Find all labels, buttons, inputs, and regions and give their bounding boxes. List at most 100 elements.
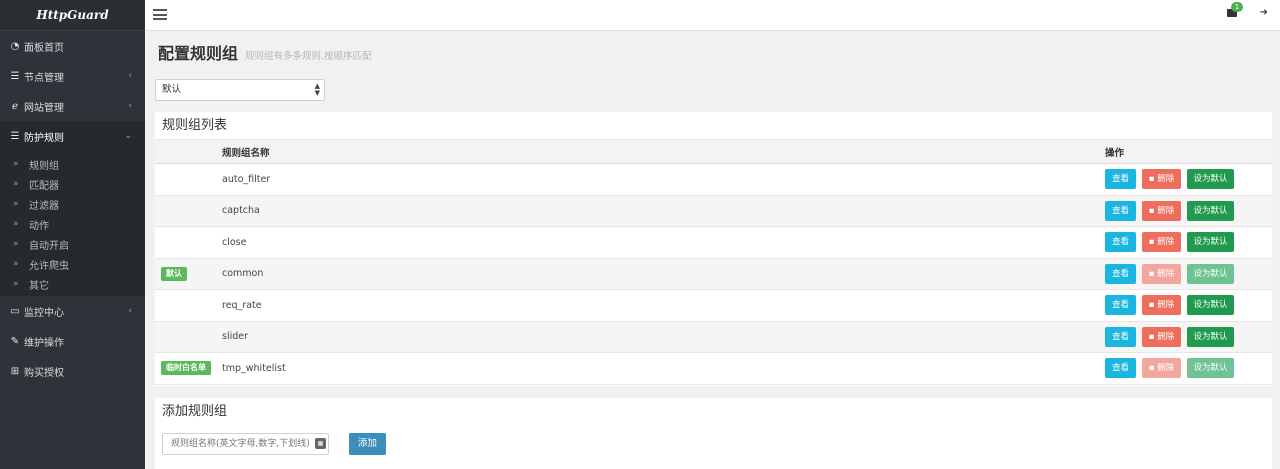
set-default-button: 设为默认 (1187, 358, 1234, 379)
sidebar-item-label: 面板首页 (24, 42, 64, 54)
trash-icon: ▪ (1148, 331, 1155, 342)
row-actions: 查看 ▪ 删除 设为默认 (1105, 326, 1272, 347)
row-tag-cell: 默认 (155, 266, 222, 281)
chevron-left-icon: ‹ (128, 101, 132, 111)
double-right-icon: » (13, 259, 19, 269)
trash-icon: ▪ (1148, 237, 1155, 248)
trash-icon: ▪ (1148, 205, 1155, 216)
set-default-button[interactable]: 设为默认 (1187, 169, 1234, 190)
add-group-panel: 添加规则组 ▦ 添加 (155, 398, 1272, 469)
sidebar-subitem-allow-crawler[interactable]: » 允许爬虫 (0, 254, 145, 274)
rule-group-select[interactable]: 默认 ▲ ▼ (155, 79, 325, 101)
rule-group-panel: 规则组列表 规则组名称 操作 auto_filter 查看 ▪ 删除 设为默认 capt… (155, 112, 1272, 386)
page-title: 配置规则组 (158, 44, 239, 63)
double-right-icon: » (13, 219, 19, 229)
sidebar-item-nodes[interactable]: ☰ 节点管理 ‹ (0, 61, 145, 91)
keyboard-icon: ▦ (315, 438, 326, 449)
delete-label: 删除 (1157, 331, 1175, 342)
view-button[interactable]: 查看 (1105, 326, 1136, 347)
view-button[interactable]: 查看 (1105, 169, 1136, 190)
table-row: req_rate 查看 ▪ 删除 设为默认 (155, 290, 1272, 322)
sidebar-item-license[interactable]: ⊞ 购买授权 (0, 356, 145, 386)
row-actions: 查看 ▪ 删除 设为默认 (1105, 295, 1272, 316)
set-default-button[interactable]: 设为默认 (1187, 326, 1234, 347)
set-default-button[interactable]: 设为默认 (1187, 200, 1234, 221)
group-name-input[interactable] (162, 433, 329, 455)
sidebar-subitem-label: 其它 (29, 280, 49, 292)
sidebar-subitem-auto-enable[interactable]: » 自动开启 (0, 234, 145, 254)
delete-button: ▪ 删除 (1142, 263, 1181, 284)
sidebar-subitem-other[interactable]: » 其它 (0, 274, 145, 294)
row-actions: 查看 ▪ 删除 设为默认 (1105, 358, 1272, 379)
sidebar-item-monitor[interactable]: ▭ 监控中心 ‹ (0, 296, 145, 326)
status-badge: 默认 (161, 266, 187, 281)
list-icon: ☰ (10, 130, 20, 142)
sidebar-subitem-actions[interactable]: » 动作 (0, 214, 145, 234)
view-button[interactable]: 查看 (1105, 358, 1136, 379)
sidebar-item-rules[interactable]: ☰ 防护规则 ⌄ (0, 121, 145, 151)
delete-button[interactable]: ▪ 删除 (1142, 232, 1181, 253)
row-name: close (222, 236, 247, 248)
row-name: common (222, 268, 264, 280)
main-content: 配置规则组 规则组有多条规则,按顺序匹配 默认 ▲ ▼ 规则组列表 规则组名称 操… (145, 31, 1280, 469)
sidebar-subitem-matchers[interactable]: » 匹配器 (0, 174, 145, 194)
delete-button[interactable]: ▪ 删除 (1142, 326, 1181, 347)
sidebar-subitem-label: 过滤器 (29, 200, 59, 212)
sidebar-item-maintenance[interactable]: ✎ 维护操作 (0, 326, 145, 356)
sidebar-subitem-label: 动作 (29, 220, 49, 232)
table-body: auto_filter 查看 ▪ 删除 设为默认 captcha 查看 ▪ 删除 设为默认 cl… (155, 164, 1272, 385)
row-actions: 查看 ▪ 删除 设为默认 (1105, 232, 1272, 253)
set-default-button[interactable]: 设为默认 (1187, 295, 1234, 316)
panel-title: 添加规则组 (162, 404, 228, 419)
table-row: auto_filter 查看 ▪ 删除 设为默认 (155, 164, 1272, 196)
sidebar-item-label: 网站管理 (24, 102, 64, 114)
sidebar-subitem-filters[interactable]: » 过滤器 (0, 194, 145, 214)
table-row: close 查看 ▪ 删除 设为默认 (155, 227, 1272, 259)
delete-button: ▪ 删除 (1142, 358, 1181, 379)
desktop-icon: ▭ (10, 305, 20, 317)
select-arrows-icon: ▲ ▼ (314, 82, 320, 97)
table-row: captcha 查看 ▪ 删除 设为默认 (155, 195, 1272, 227)
view-button[interactable]: 查看 (1105, 263, 1136, 284)
table-header: 规则组名称 操作 (155, 140, 1272, 164)
row-actions: 查看 ▪ 删除 设为默认 (1105, 200, 1272, 221)
chevron-down-icon: ⌄ (124, 131, 132, 141)
delete-button[interactable]: ▪ 删除 (1142, 200, 1181, 221)
sidebar-subitem-label: 规则组 (29, 160, 59, 172)
sidebar-item-label: 节点管理 (24, 72, 64, 84)
sidebar-subitem-rule-groups[interactable]: » 规则组 (0, 154, 145, 174)
delete-label: 删除 (1157, 300, 1175, 311)
row-name: slider (222, 331, 249, 343)
sidebar-subitem-label: 允许爬虫 (29, 260, 69, 272)
table-row: slider 查看 ▪ 删除 设为默认 (155, 321, 1272, 353)
wrench-icon: ✎ (10, 335, 20, 347)
sidebar-item-dashboard[interactable]: ◔ 面板首页 (0, 31, 145, 61)
add-button[interactable]: 添加 (349, 433, 386, 455)
delete-label: 删除 (1157, 237, 1175, 248)
view-button[interactable]: 查看 (1105, 232, 1136, 253)
sign-out-icon[interactable]: ➜ (1260, 7, 1268, 18)
view-button[interactable]: 查看 (1105, 295, 1136, 316)
delete-button[interactable]: ▪ 删除 (1142, 295, 1181, 316)
view-button[interactable]: 查看 (1105, 200, 1136, 221)
status-badge: 临时白名单 (161, 361, 211, 376)
chevron-left-icon: ‹ (128, 306, 132, 316)
double-right-icon: » (13, 199, 19, 209)
top-navbar: 1 ➜ (145, 0, 1280, 31)
double-right-icon: » (13, 279, 19, 289)
select-value: 默认 (162, 84, 182, 95)
sidebar-submenu: » 规则组 » 匹配器 » 过滤器 » 动作 » 自动开启 » 允许爬虫 » 其它 (0, 151, 145, 296)
brand-logo[interactable]: HttpGuard (0, 0, 145, 31)
dashboard-icon: ◔ (10, 40, 20, 52)
set-default-button[interactable]: 设为默认 (1187, 232, 1234, 253)
chevron-left-icon: ‹ (128, 71, 132, 81)
panel-title: 规则组列表 (155, 112, 1272, 140)
delete-label: 删除 (1157, 268, 1175, 279)
menu-toggle-icon[interactable] (153, 9, 167, 20)
sidebar-item-label: 监控中心 (24, 307, 64, 319)
row-actions: 查看 ▪ 删除 设为默认 (1105, 169, 1272, 190)
row-tag-cell: 临时白名单 (155, 361, 222, 376)
row-name: auto_filter (222, 173, 271, 185)
delete-button[interactable]: ▪ 删除 (1142, 169, 1181, 190)
sidebar-item-sites[interactable]: ℯ 网站管理 ‹ (0, 91, 145, 121)
